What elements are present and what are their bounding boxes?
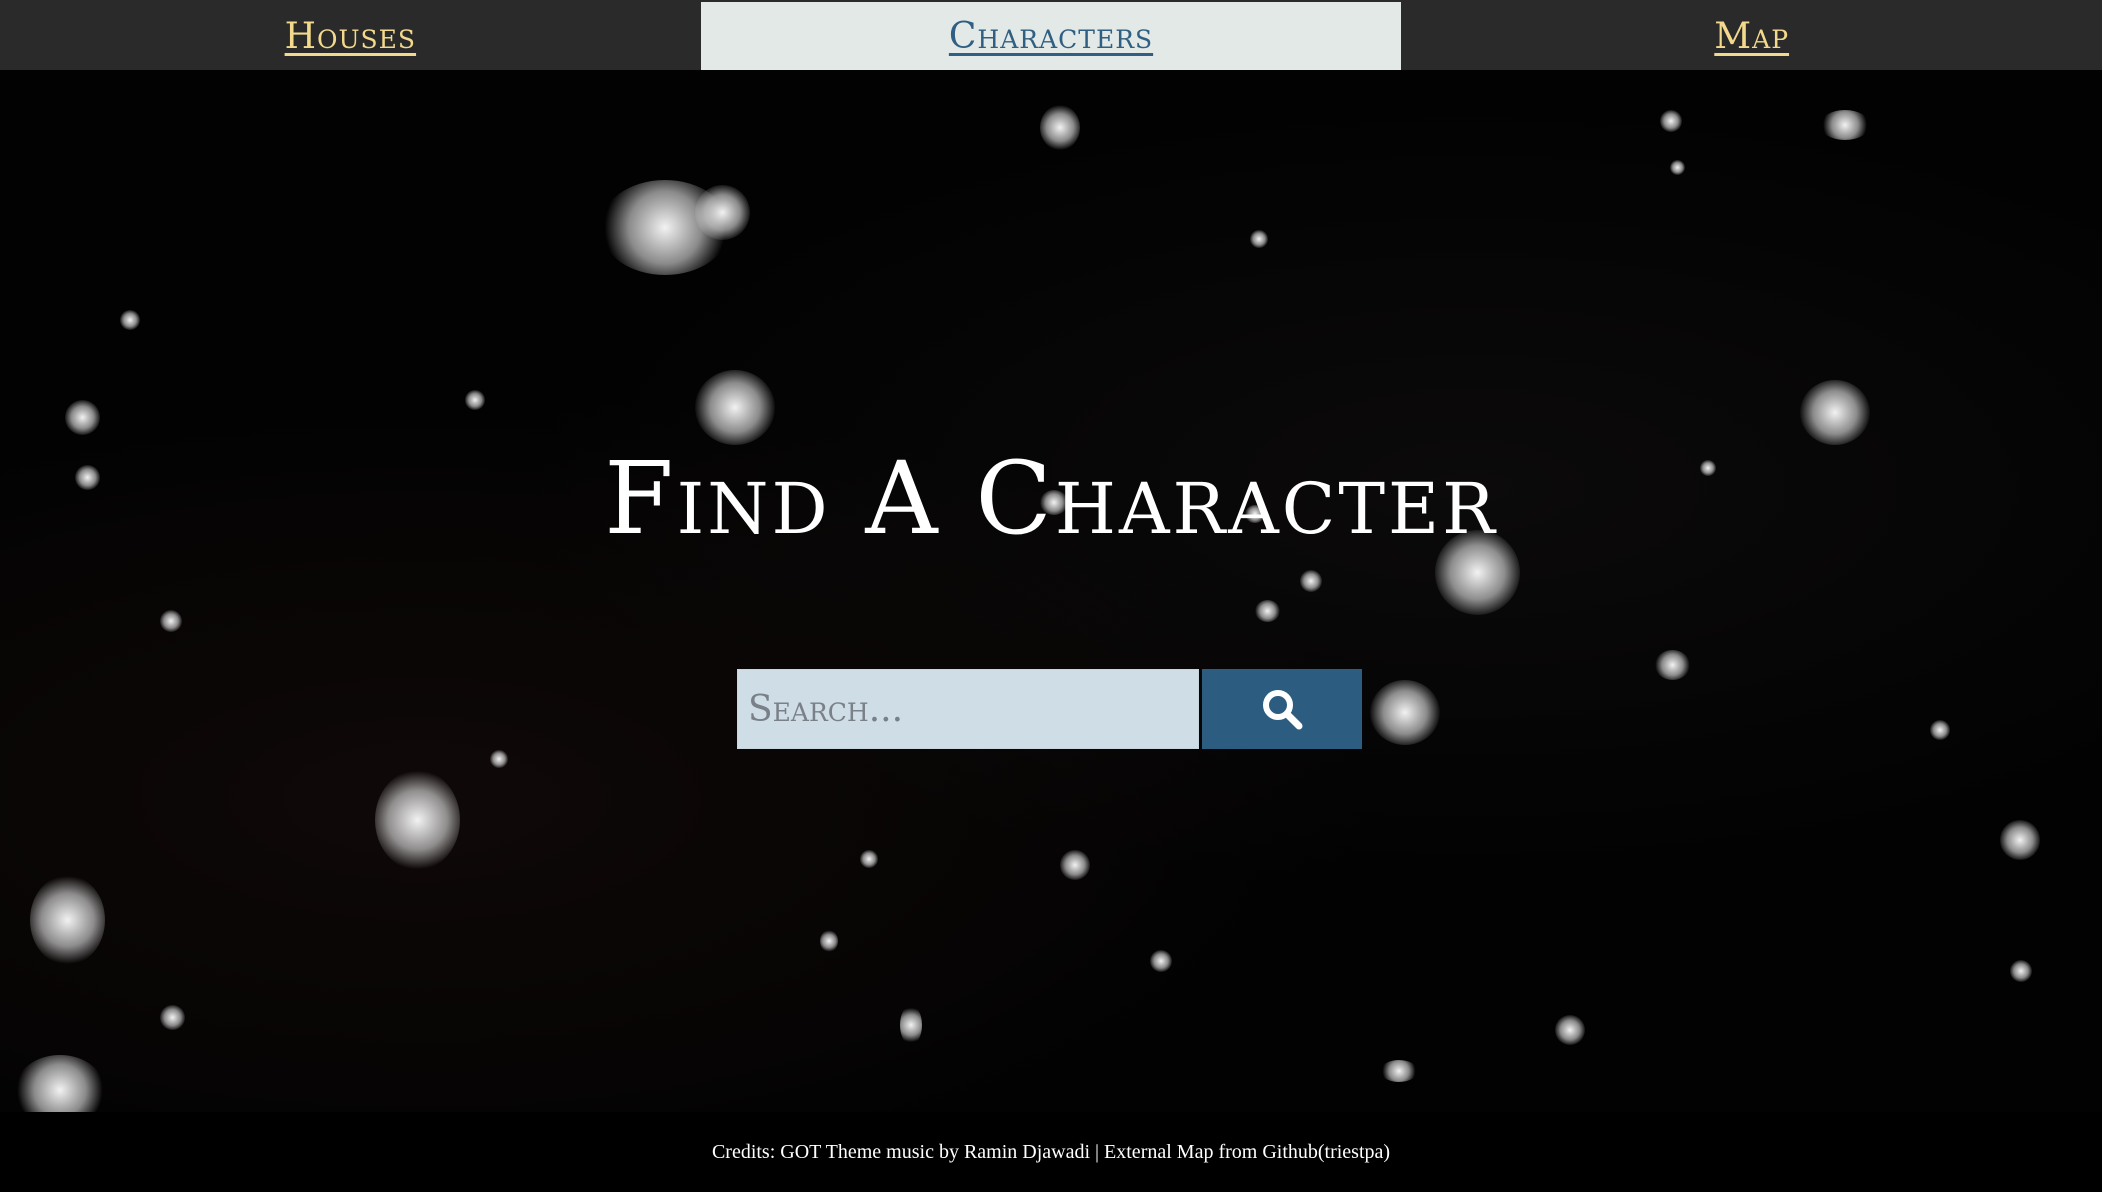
snowflake [1255,600,1280,622]
snowflake [1660,110,1682,132]
snowflake [1800,380,1870,445]
snowflake [1060,850,1090,880]
snowflake [900,1005,922,1045]
search-button[interactable] [1202,669,1362,749]
top-navigation: Houses Characters Map [0,0,2102,70]
snowflake [465,390,485,410]
snowflake [120,310,140,330]
snowflake [1930,720,1950,740]
snowflake [2010,960,2032,982]
nav-link-map[interactable]: Map [1401,2,2102,70]
snowflake [375,770,460,870]
snowflake [1820,110,1870,140]
snowflake [1370,680,1440,745]
nav-link-characters[interactable]: Characters [700,2,1402,70]
nav-link-houses[interactable]: Houses [0,2,701,70]
snowflake [1300,570,1322,592]
snowflake [490,750,508,768]
snowflake [695,185,750,240]
snowflake [860,850,878,868]
snowflake [30,875,105,965]
snowflake [1555,1015,1585,1045]
snow-background [0,70,2102,1112]
snowflake [15,1055,105,1112]
snowflake [2000,820,2040,860]
snowflake [1040,105,1080,150]
character-search-form [737,669,1362,749]
snowflake [1670,160,1685,175]
snowflake [1655,650,1690,680]
snowflake [1250,230,1268,248]
credits-footer: Credits: GOT Theme music by Ramin Djawad… [0,1112,2102,1192]
credits-text: Credits: GOT Theme music by Ramin Djawad… [711,1140,1391,1163]
snowflake [820,930,838,952]
search-icon [1263,690,1303,730]
snowflake [695,370,775,445]
snowflake [160,1005,185,1030]
snowflake [1150,950,1172,972]
snowflake [1380,1060,1418,1082]
snowflake [160,610,182,632]
search-input[interactable] [737,669,1199,749]
snowflake [65,400,100,435]
page-title: Find A Character [604,440,1498,557]
